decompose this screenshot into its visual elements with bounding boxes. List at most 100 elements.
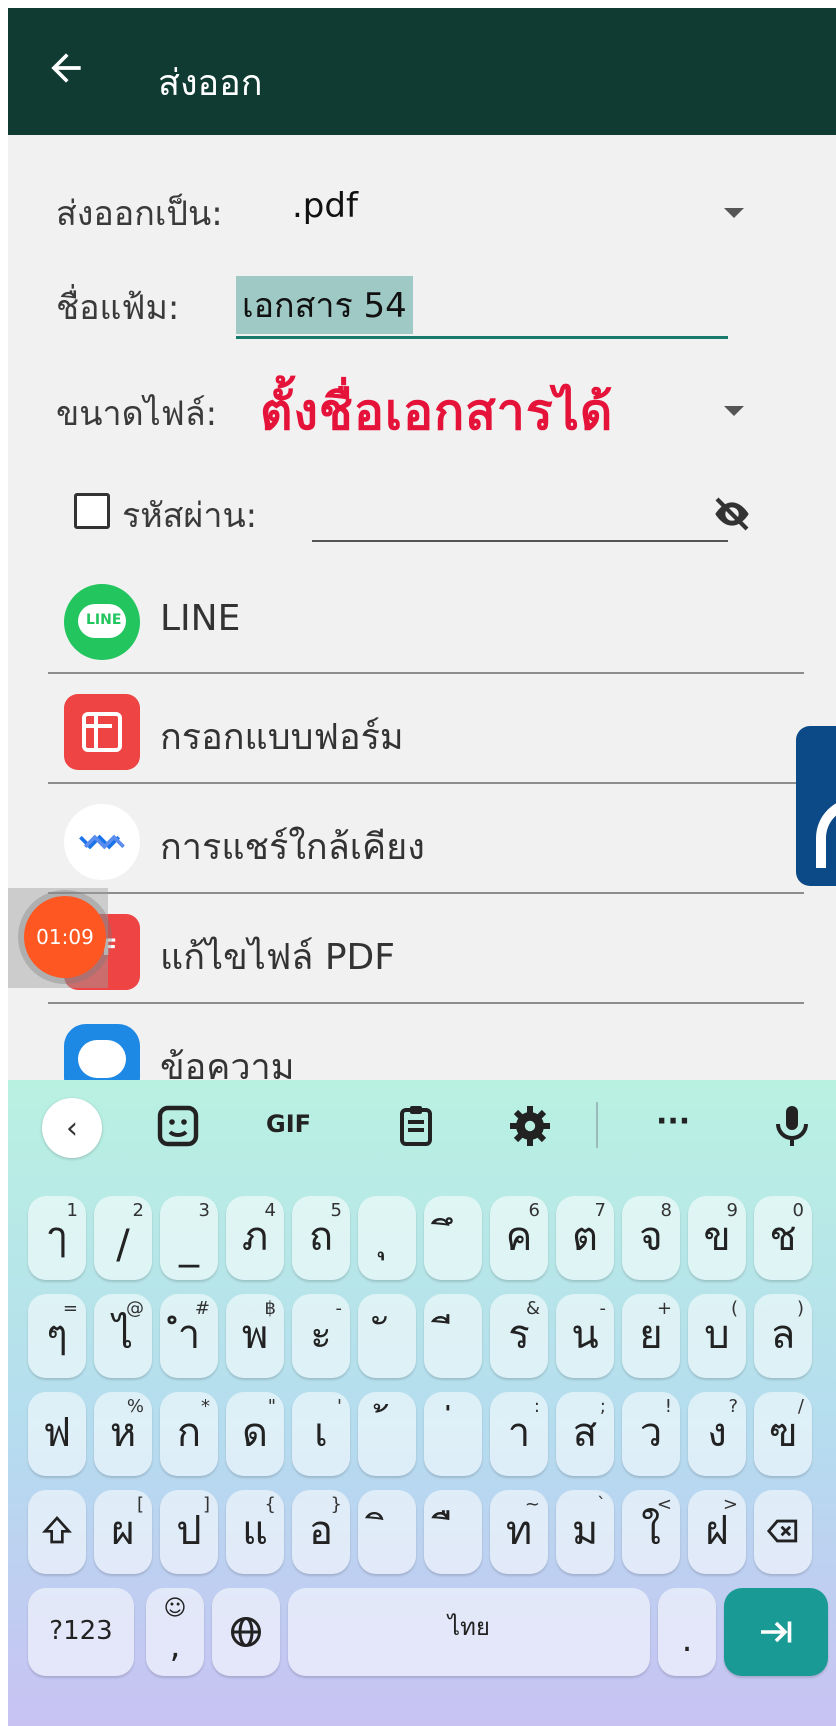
key[interactable]: ส; — [556, 1392, 614, 1476]
file-size-label: ขนาดไฟล์: — [56, 394, 218, 434]
key[interactable]: า: — [490, 1392, 548, 1476]
key[interactable]: ล) — [754, 1294, 812, 1378]
filename-input[interactable]: เอกสาร 54 — [236, 276, 413, 334]
key[interactable]: ี — [424, 1294, 482, 1378]
period-label: . — [681, 1620, 693, 1660]
symbols-key[interactable]: ?123 — [28, 1588, 134, 1676]
key-hint-char: + — [656, 1298, 672, 1319]
key[interactable]: ฝ > — [688, 1490, 746, 1574]
key[interactable]: ่ — [424, 1392, 482, 1476]
key[interactable]: ห% — [94, 1392, 152, 1476]
key[interactable]: ช0 — [754, 1196, 812, 1280]
key[interactable]: แ{ — [226, 1490, 284, 1574]
key-hint-char: 8 — [660, 1200, 672, 1221]
key-main-char: ี — [424, 1302, 482, 1366]
key[interactable]: ถ5 — [292, 1196, 350, 1280]
key[interactable]: ง? — [688, 1392, 746, 1476]
share-app-form-fill[interactable]: กรอกแบบฟอร์ม — [48, 674, 804, 784]
comma-label: , — [169, 1626, 181, 1666]
shift-key[interactable] — [28, 1490, 86, 1574]
key-hint-char: ( — [730, 1298, 738, 1319]
keyboard: ‹ GIF ··· ๅ 1 / 2 _ 3 ภ 4 ถ 5 ค 6 ต 7 จ … — [8, 1080, 836, 1726]
microphone-icon[interactable] — [768, 1102, 816, 1150]
key[interactable]: บ( — [688, 1294, 746, 1378]
key[interactable]: ด " — [226, 1392, 284, 1476]
key[interactable]: ๅ1 — [28, 1196, 86, 1280]
backspace-key[interactable] — [754, 1490, 812, 1574]
key-main-char: ั — [358, 1302, 416, 1366]
key[interactable]: จ8 — [622, 1196, 680, 1280]
settings-gear-icon[interactable] — [506, 1102, 554, 1150]
key-hint-char: * — [201, 1396, 210, 1417]
export-format-select[interactable]: .pdf — [292, 186, 358, 226]
sticker-icon[interactable] — [154, 1102, 202, 1150]
key[interactable]: ท ~ — [490, 1490, 548, 1574]
key[interactable]: ิ — [358, 1490, 416, 1574]
keyboard-collapse-button[interactable]: ‹ — [42, 1098, 102, 1158]
key[interactable]: น- — [556, 1294, 614, 1378]
key[interactable]: อ} — [292, 1490, 350, 1574]
key[interactable]: ๆ = — [28, 1294, 86, 1378]
key[interactable]: ร & — [490, 1294, 548, 1378]
key[interactable]: พ฿ — [226, 1294, 284, 1378]
language-key[interactable] — [212, 1588, 280, 1676]
key-hint-char: 5 — [330, 1200, 342, 1221]
key-hint-char: ) — [796, 1298, 804, 1319]
key-hint-char: - — [335, 1298, 343, 1319]
share-app-pdf-edit[interactable]: F แก้ไขไฟล์ PDF — [48, 894, 804, 1004]
key-main-char: ฟ — [42, 1410, 72, 1456]
key-hint-char: = — [62, 1298, 78, 1319]
key-hint-char: @ — [126, 1298, 144, 1319]
key-hint-char: 7 — [594, 1200, 606, 1221]
key[interactable]: ป] — [160, 1490, 218, 1574]
key[interactable]: ฃ / — [754, 1392, 812, 1476]
key[interactable]: ใ < — [622, 1490, 680, 1574]
key[interactable]: ำ # — [160, 1294, 218, 1378]
key-hint-char: 1 — [66, 1200, 78, 1221]
key[interactable]: ั — [358, 1294, 416, 1378]
key[interactable]: เ ' — [292, 1392, 350, 1476]
filename-underline — [236, 336, 728, 339]
key-hint-char: ! — [664, 1396, 672, 1417]
space-bar-label: ไทย — [448, 1613, 490, 1641]
share-app-line[interactable]: LINE LINE — [48, 564, 804, 674]
key[interactable]: ภ4 — [226, 1196, 284, 1280]
clipboard-icon[interactable] — [392, 1102, 440, 1150]
file-size-dropdown-icon[interactable] — [724, 406, 744, 416]
key[interactable]: ไ @ — [94, 1294, 152, 1378]
more-options-icon[interactable]: ··· — [656, 1104, 704, 1152]
key[interactable]: ว! — [622, 1392, 680, 1476]
gif-button[interactable]: GIF — [266, 1110, 330, 1158]
key[interactable]: ค6 — [490, 1196, 548, 1280]
password-field[interactable] — [312, 540, 728, 542]
key-hint-char: / — [797, 1396, 804, 1417]
key-hint-char: ] — [202, 1494, 210, 1515]
next-field-button[interactable] — [724, 1588, 828, 1676]
key[interactable]: ย + — [622, 1294, 680, 1378]
key[interactable]: ุ — [358, 1196, 416, 1280]
visibility-off-icon[interactable] — [710, 494, 754, 534]
recording-timer[interactable]: 01:09 — [24, 896, 106, 978]
export-format-dropdown-icon[interactable] — [724, 208, 744, 218]
period-key[interactable]: . — [658, 1588, 716, 1676]
share-app-nearby-share[interactable]: การแชร์ใกล้เคียง — [48, 784, 804, 894]
key-main-char: ึ — [424, 1204, 482, 1268]
key[interactable]: ะ- — [292, 1294, 350, 1378]
key[interactable]: ต7 — [556, 1196, 614, 1280]
back-arrow-icon[interactable] — [44, 46, 88, 90]
password-checkbox[interactable] — [74, 493, 110, 529]
key[interactable]: ึ — [424, 1196, 482, 1280]
key[interactable]: ้ — [358, 1392, 416, 1476]
emoji-comma-key[interactable]: ☺, — [146, 1588, 204, 1676]
app-label: การแชร์ใกล้เคียง — [160, 827, 425, 868]
key[interactable]: ก * — [160, 1392, 218, 1476]
key[interactable]: ฟ — [28, 1392, 86, 1476]
key-hint-char: # — [194, 1298, 210, 1319]
key[interactable]: ข9 — [688, 1196, 746, 1280]
key[interactable]: ื — [424, 1490, 482, 1574]
key[interactable]: ม ` — [556, 1490, 614, 1574]
space-bar[interactable]: ไทย — [288, 1588, 650, 1676]
key[interactable]: _ 3 — [160, 1196, 218, 1280]
key[interactable]: /2 — [94, 1196, 152, 1280]
key[interactable]: ผ[ — [94, 1490, 152, 1574]
